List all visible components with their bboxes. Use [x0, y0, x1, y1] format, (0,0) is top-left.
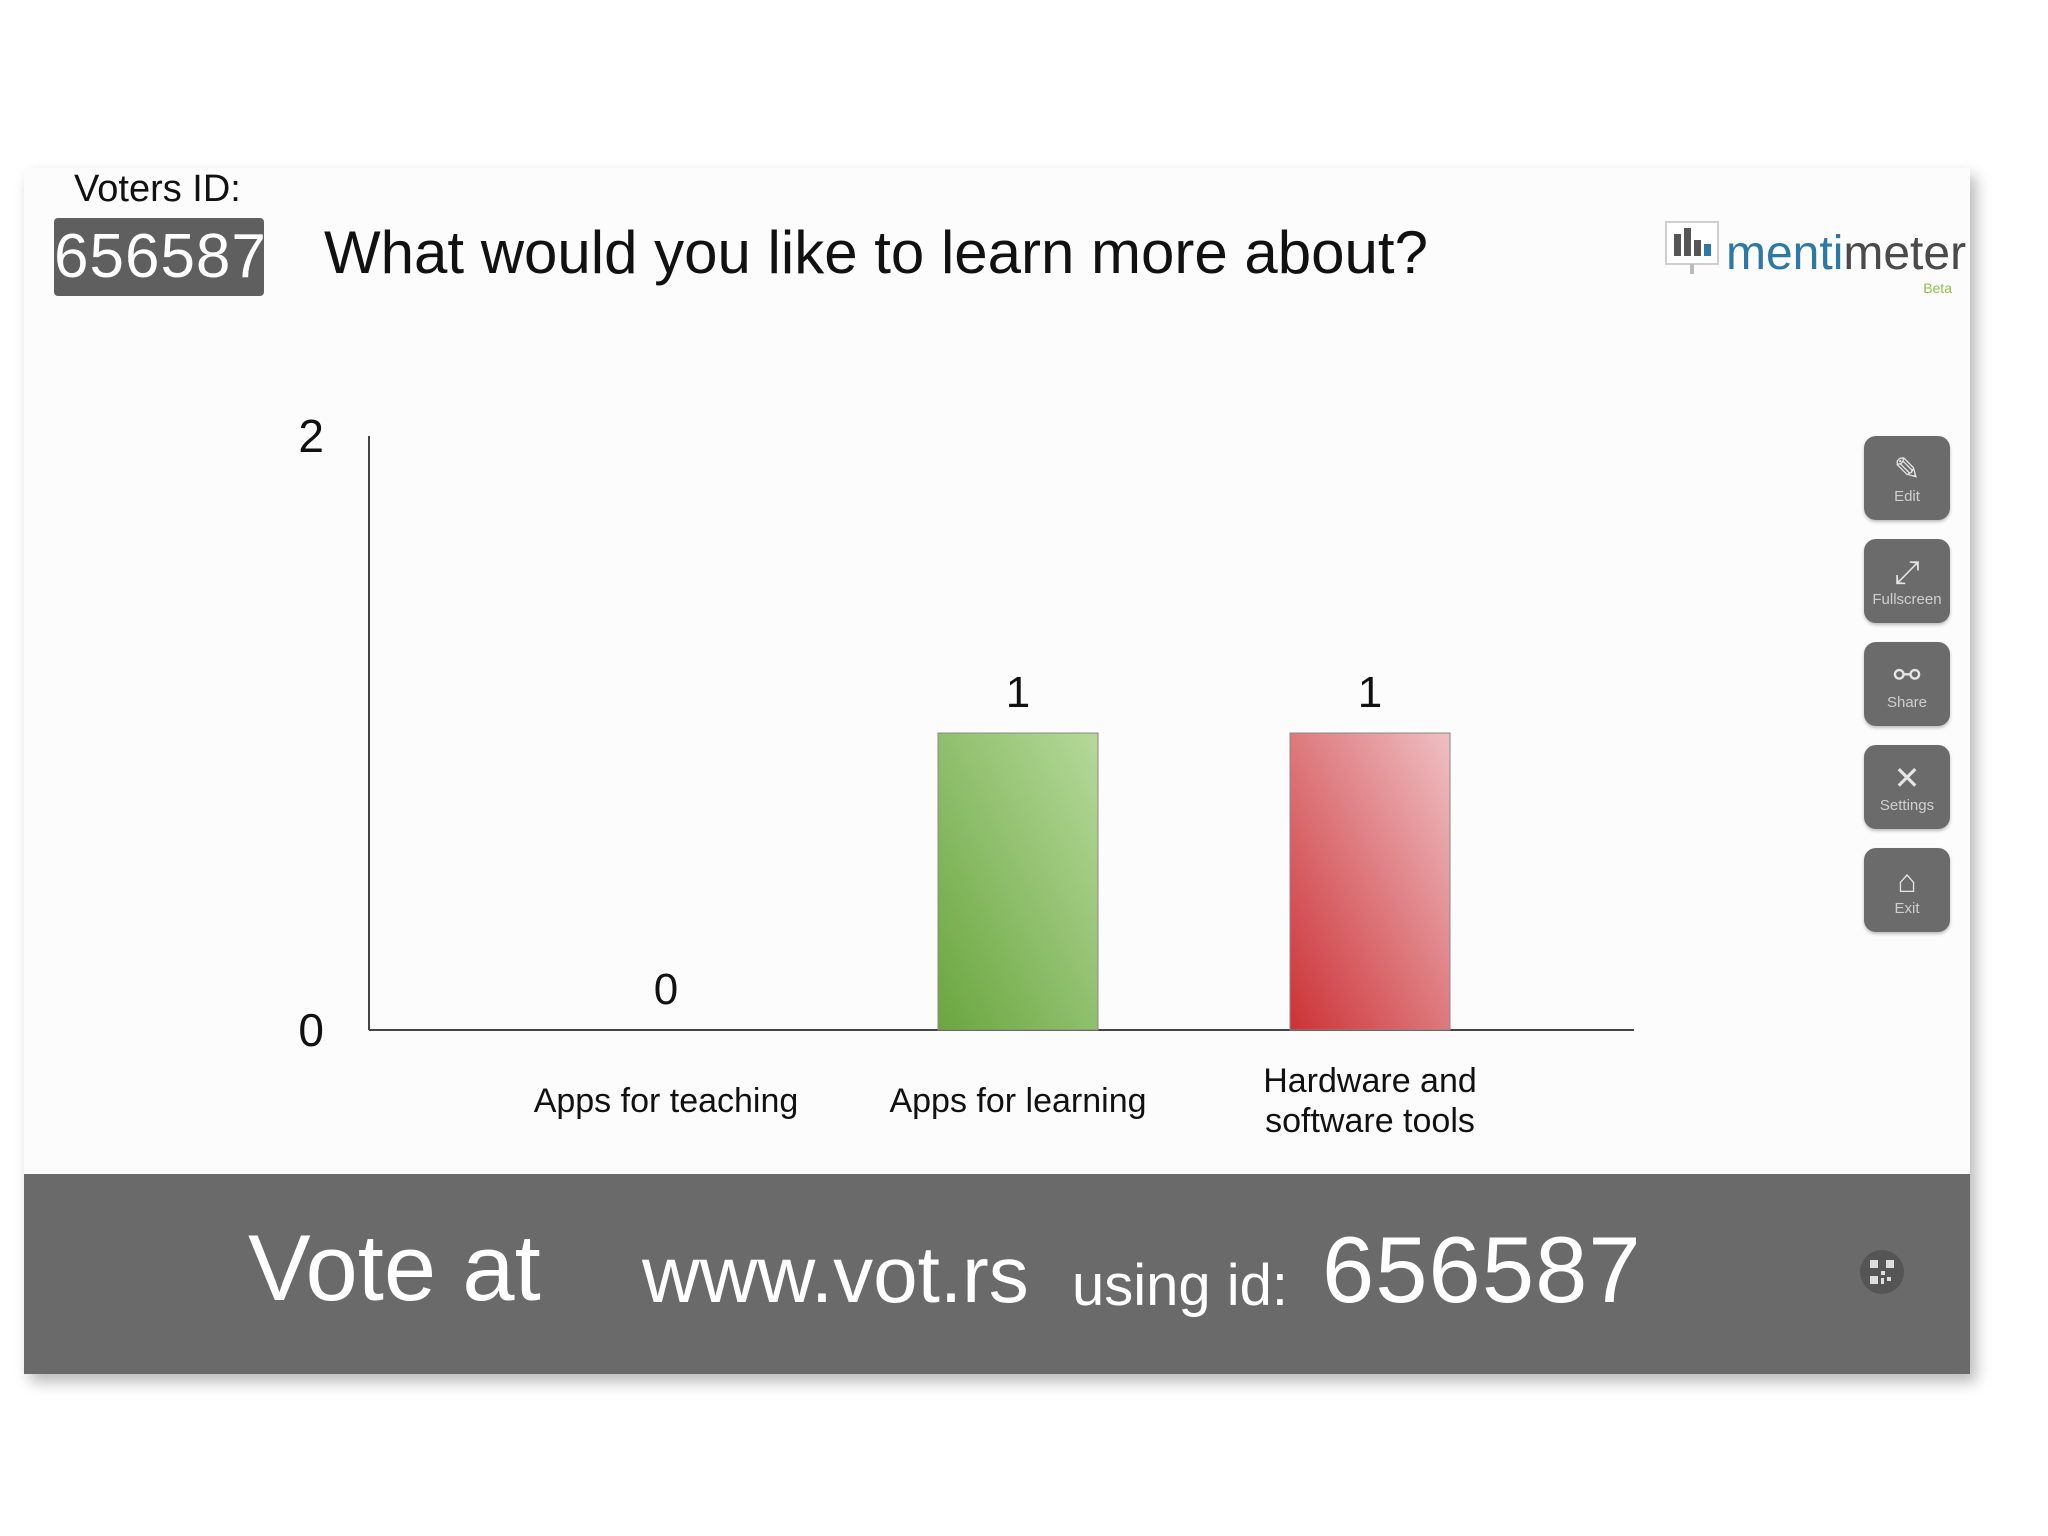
tool-edit-button[interactable]: ✎ Edit: [1864, 436, 1950, 520]
using-id-text: using id:: [1072, 1253, 1289, 1318]
vote-id: 656587: [1322, 1217, 1642, 1322]
bar-value-label-0: 0: [654, 965, 678, 1014]
vote-url[interactable]: www.vot.rs: [642, 1229, 1029, 1321]
category-label-1: Apps for learning: [889, 1082, 1146, 1120]
tool-label: Settings: [1879, 796, 1935, 814]
category-label-2: Hardware and software tools: [1263, 1062, 1477, 1140]
bar-value-label-2: 1: [1358, 668, 1382, 717]
tool-share-button[interactable]: ⚯ Share: [1864, 642, 1950, 726]
tool-label: Share: [1886, 693, 1928, 711]
tool-fullscreen-button[interactable]: ⤢ Fullscreen: [1864, 539, 1950, 623]
fullscreen-icon: ⤢: [1894, 553, 1920, 590]
settings-icon: ✕: [1893, 759, 1921, 796]
category-label-line: software tools: [1265, 1102, 1475, 1140]
tool-settings-button[interactable]: ✕ Settings: [1864, 745, 1950, 829]
bar-1: [937, 732, 1099, 1031]
qr-code-icon[interactable]: [1860, 1250, 1904, 1294]
category-label-line: Hardware and: [1263, 1062, 1477, 1100]
tool-label: Edit: [1894, 487, 1920, 505]
category-label-line: Apps for learning: [889, 1082, 1146, 1120]
y-tick-label-1: 2: [298, 410, 324, 462]
tool-label: Exit: [1894, 899, 1920, 917]
bar-value-label-1: 1: [1006, 668, 1030, 717]
category-label-0: Apps for teaching: [534, 1082, 799, 1120]
results-bar-chart: 0 2 0 Apps for teaching 1 Apps for learning 1 H…: [298, 410, 1634, 1140]
vote-instructions-bar: Vote at www.vot.rs using id: 656587: [24, 1174, 1970, 1374]
home-icon: ⌂: [1897, 862, 1917, 899]
tool-label: Fullscreen: [1872, 590, 1942, 608]
qr-code-glyph: [1870, 1260, 1894, 1284]
presentation-slide: Voters ID: 656587 What would you like to…: [24, 168, 1970, 1374]
y-tick-label-0: 0: [298, 1004, 324, 1056]
category-label-line: Apps for teaching: [534, 1082, 799, 1120]
side-toolbar: ✎ Edit ⤢ Fullscreen ⚯ Share ✕ Settings ⌂ Exit: [1864, 436, 1950, 951]
edit-icon: ✎: [1893, 450, 1921, 487]
vote-at-text: Vote at: [248, 1215, 541, 1320]
share-icon: ⚯: [1893, 656, 1921, 693]
bar-2: [1289, 732, 1451, 1031]
tool-exit-button[interactable]: ⌂ Exit: [1864, 848, 1950, 932]
